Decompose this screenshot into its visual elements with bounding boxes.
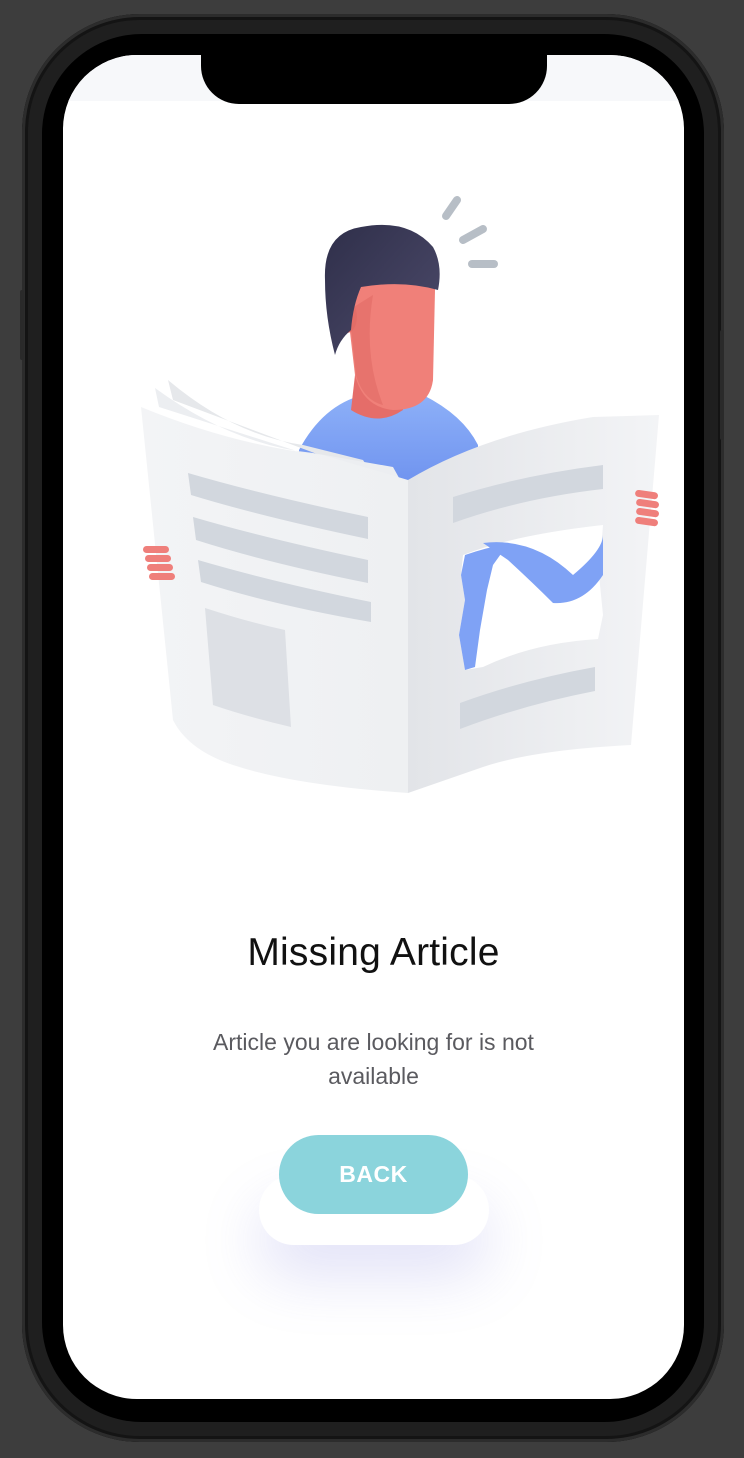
page-title: Missing Article: [247, 931, 500, 974]
back-button[interactable]: BACK: [279, 1135, 468, 1214]
phone-side-button: [20, 290, 24, 360]
app-screen: Missing Article Article you are looking …: [63, 55, 684, 1399]
message-text: Article you are looking for is not avail…: [213, 1029, 534, 1089]
reader-illustration: [141, 196, 659, 793]
phone-side-button: [720, 330, 724, 440]
surprise-marks-icon: [442, 196, 498, 268]
device-background: Missing Article Article you are looking …: [0, 0, 744, 1458]
